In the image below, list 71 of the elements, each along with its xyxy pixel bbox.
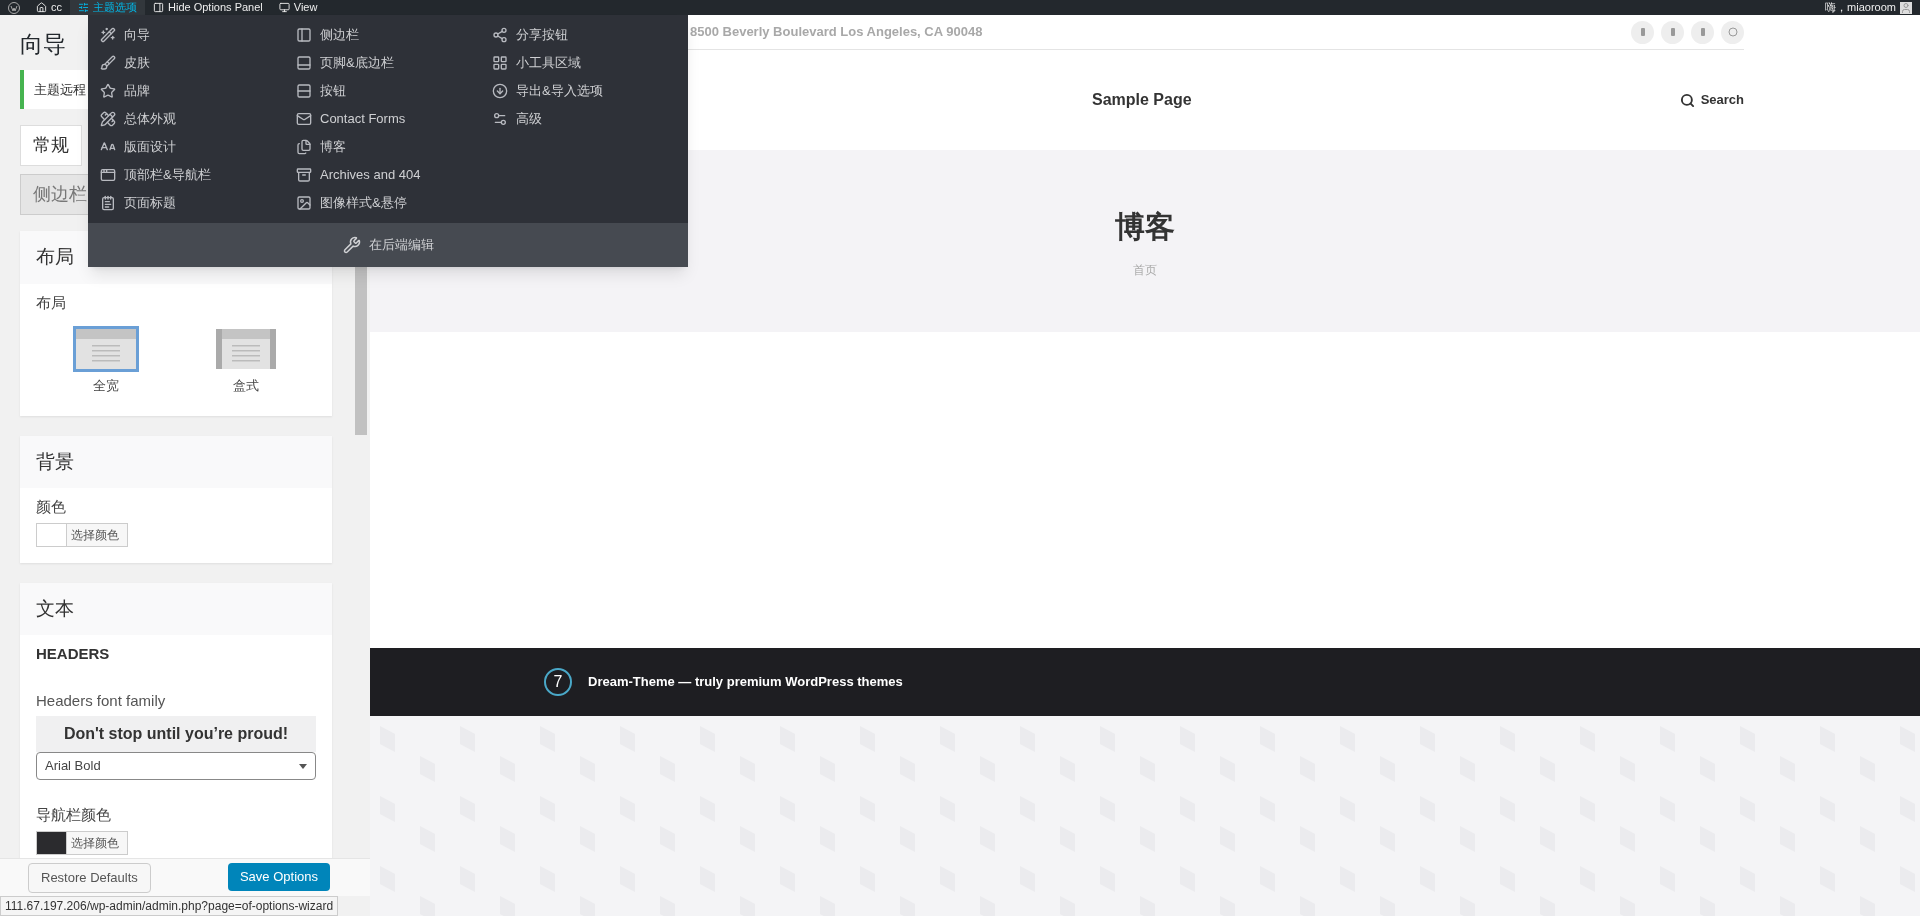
sliders-icon: [78, 2, 89, 13]
panel-title: 向导: [20, 30, 66, 59]
menu-item[interactable]: 高级: [492, 105, 676, 133]
font-preview: Don't stop until you’re proud!: [36, 716, 316, 752]
admin-bar-item[interactable]: View: [270, 0, 326, 15]
search-icon: [1679, 92, 1695, 108]
menu-item[interactable]: 版面设计: [100, 133, 284, 161]
menu-item[interactable]: 导出&导入选项: [492, 77, 676, 105]
restore-button[interactable]: Restore Defaults: [28, 863, 151, 893]
wand-icon: [100, 27, 116, 43]
layout-thumbnail: [216, 329, 276, 369]
save-button[interactable]: Save Options: [227, 863, 330, 891]
status-url: 111.67.197.206/wp-admin/admin.php?page=of-options-wizard: [0, 896, 339, 916]
field-label: Headers font family: [36, 690, 167, 711]
address-text: 8500 Beverly Boulevard Los Angeles, CA 90048: [690, 23, 983, 42]
menu-item[interactable]: 品牌: [100, 77, 284, 105]
menu-item[interactable]: 小工具区域: [492, 49, 676, 77]
field-label: 颜色: [36, 497, 67, 517]
sidebar-icon: [296, 27, 312, 43]
grid-icon: [492, 55, 508, 71]
footer-text: Dream-Theme — truly premium WordPress themes: [588, 673, 903, 692]
page-title: 博客: [1115, 208, 1175, 245]
admin-bar-item[interactable]: 主题选项: [70, 0, 145, 15]
color-picker-button[interactable]: 选择颜色: [36, 830, 128, 855]
menu-footer-link[interactable]: 在后端编辑: [88, 223, 688, 267]
menu-item[interactable]: 博客: [296, 133, 480, 161]
menu-item[interactable]: 分享按钮: [492, 21, 676, 49]
text-lines-icon: [100, 195, 116, 211]
window-icon: [100, 167, 116, 183]
archive-icon: [296, 167, 312, 183]
settings-icon: [492, 111, 508, 127]
panel-icon: [153, 2, 164, 13]
breadcrumb: 首页: [1133, 261, 1157, 279]
search-button[interactable]: Search: [1679, 90, 1744, 110]
font-select[interactable]: Arial Bold: [36, 752, 316, 780]
caret-icon: [299, 763, 307, 769]
card-title: 背景: [20, 435, 332, 488]
site-logo: 7: [544, 668, 572, 696]
brush-icon: [100, 55, 116, 71]
card-title: 文本: [20, 582, 332, 635]
wordpress-logo[interactable]: [8, 1, 20, 14]
download-icon: [492, 83, 508, 99]
pencil-ruler-icon: [100, 111, 116, 127]
field-label: 导航栏颜色: [36, 805, 112, 825]
home-icon: [36, 2, 47, 13]
layout-option[interactable]: 盒式: [213, 326, 279, 396]
menu-item[interactable]: 图像样式&悬停: [296, 189, 480, 217]
star-icon: [100, 83, 116, 99]
color-picker-button[interactable]: 选择颜色: [36, 522, 128, 547]
user-greeting[interactable]: 嗨，miaoroom: [1825, 2, 1896, 13]
wrench-icon: [342, 236, 361, 254]
footer-icon: [296, 55, 312, 71]
rows-icon: [296, 83, 312, 99]
field-label: 布局: [36, 292, 67, 313]
menu-item[interactable]: 侧边栏: [296, 21, 480, 49]
layout-thumbnail: [76, 329, 136, 369]
menu-item[interactable]: 页面标题: [100, 189, 284, 217]
menu-item[interactable]: Archives and 404: [296, 161, 480, 189]
admin-bar-item[interactable]: Hide Options Panel: [145, 0, 271, 15]
avatar-icon: [1900, 1, 1912, 14]
image-icon: [296, 195, 312, 211]
section-heading: HEADERS: [36, 644, 111, 664]
section-tab[interactable]: 常规: [20, 125, 82, 166]
mail-icon: [296, 111, 312, 127]
admin-bar-item[interactable]: cc: [28, 0, 70, 15]
monitor-icon: [278, 2, 290, 13]
menu-item[interactable]: 顶部栏&导航栏: [100, 161, 284, 189]
share-icon: [492, 27, 508, 43]
menu-item[interactable]: 向导: [100, 21, 284, 49]
nav-link[interactable]: Sample Page: [1092, 88, 1192, 112]
pages-icon: [296, 139, 312, 155]
